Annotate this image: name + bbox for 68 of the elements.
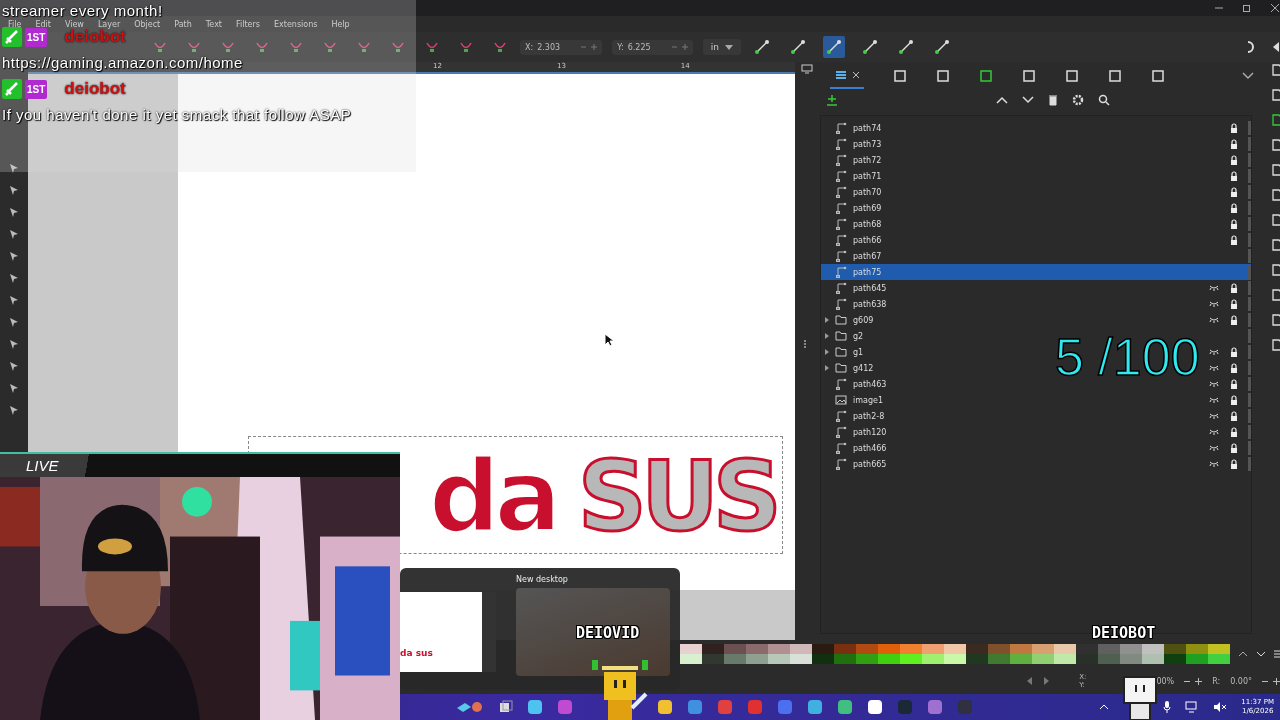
layer-row[interactable]: path645 xyxy=(821,280,1251,296)
layer-name: path67 xyxy=(853,251,882,261)
overlay-label: DEIOBOT xyxy=(1092,624,1156,642)
layer-row[interactable]: path120 xyxy=(821,424,1251,440)
menu-item[interactable]: Text xyxy=(205,19,222,29)
layer-row[interactable]: path74 xyxy=(821,120,1251,136)
layer-name: path645 xyxy=(853,283,887,293)
layer-row[interactable]: path66 xyxy=(821,232,1251,248)
layer-name: path68 xyxy=(853,219,882,229)
layer-name: path466 xyxy=(853,443,887,453)
layer-row[interactable]: path71 xyxy=(821,168,1251,184)
menu-item[interactable]: Path xyxy=(174,19,192,29)
chat-message: streamer every month! xyxy=(1,1,164,21)
zoom-value[interactable]: 00% xyxy=(1156,676,1175,686)
layer-row[interactable]: path466 xyxy=(821,440,1251,456)
layer-row[interactable]: path68 xyxy=(821,216,1251,232)
layer-name: path120 xyxy=(853,427,887,437)
layer-name: path74 xyxy=(853,123,882,133)
layer-row[interactable]: path2-8 xyxy=(821,408,1251,424)
rotation-value[interactable]: 0.00° xyxy=(1230,676,1252,686)
layer-name: path66 xyxy=(853,235,882,245)
layer-name: path665 xyxy=(853,459,887,469)
layer-name: path71 xyxy=(853,171,882,181)
new-desktop-label: New desktop xyxy=(516,575,569,584)
y-field[interactable]: Y: 6.225 xyxy=(612,39,693,55)
layer-name: path75 xyxy=(853,267,882,277)
layer-row[interactable]: path665 xyxy=(821,456,1251,472)
menu-item[interactable]: Filters xyxy=(236,19,260,29)
layer-row[interactable]: path69 xyxy=(821,200,1251,216)
layer-row[interactable]: path75 xyxy=(821,264,1251,280)
subscriber-badge: 1ST xyxy=(25,27,48,47)
desktop-thumbnail[interactable]: da sus xyxy=(400,592,496,672)
layer-row[interactable]: path70 xyxy=(821,184,1251,200)
menu-item[interactable]: Help xyxy=(331,19,350,29)
layer-row[interactable]: path73 xyxy=(821,136,1251,152)
layer-row[interactable]: path638 xyxy=(821,296,1251,312)
overlay-label: DEIOVID xyxy=(576,624,640,642)
layer-name: image1 xyxy=(853,395,883,405)
menu-item[interactable]: Extensions xyxy=(274,19,318,29)
rotation-label: R: xyxy=(1212,676,1221,686)
unit-dropdown[interactable]: in xyxy=(702,39,741,55)
layer-name: g1 xyxy=(853,347,864,357)
menu-item[interactable]: View xyxy=(64,19,84,29)
layer-name: path463 xyxy=(853,379,887,389)
layer-row[interactable]: path67 xyxy=(821,248,1251,264)
layer-row[interactable]: g609 xyxy=(821,312,1251,328)
layer-name: g2 xyxy=(853,331,864,341)
x-field[interactable]: X: 2.303 xyxy=(520,39,603,55)
live-banner: LIVE xyxy=(0,452,400,477)
layer-name: path72 xyxy=(853,155,882,165)
layer-name: path70 xyxy=(853,187,882,197)
layer-name: path638 xyxy=(853,299,887,309)
menu-item[interactable]: Object xyxy=(134,19,161,29)
chat-username: deiobot xyxy=(64,27,126,47)
menu-item[interactable]: Layer xyxy=(97,19,121,29)
layer-name: path2-8 xyxy=(853,411,885,421)
layer-name: path73 xyxy=(853,139,882,149)
subscriber-badge: 1ST xyxy=(25,79,48,99)
chat-message: https://gaming.amazon.com/home xyxy=(1,53,244,73)
layer-row[interactable]: path72 xyxy=(821,152,1251,168)
artwork-text: SUS xyxy=(577,441,776,553)
menu-item[interactable]: Edit xyxy=(35,19,51,29)
layer-name: g609 xyxy=(853,315,874,325)
layer-row[interactable]: image1 xyxy=(821,392,1251,408)
chat-username: deiobot xyxy=(64,79,126,99)
menu-item[interactable]: File xyxy=(8,19,22,29)
layer-name: path69 xyxy=(853,203,882,213)
layer-name: g412 xyxy=(853,363,874,373)
